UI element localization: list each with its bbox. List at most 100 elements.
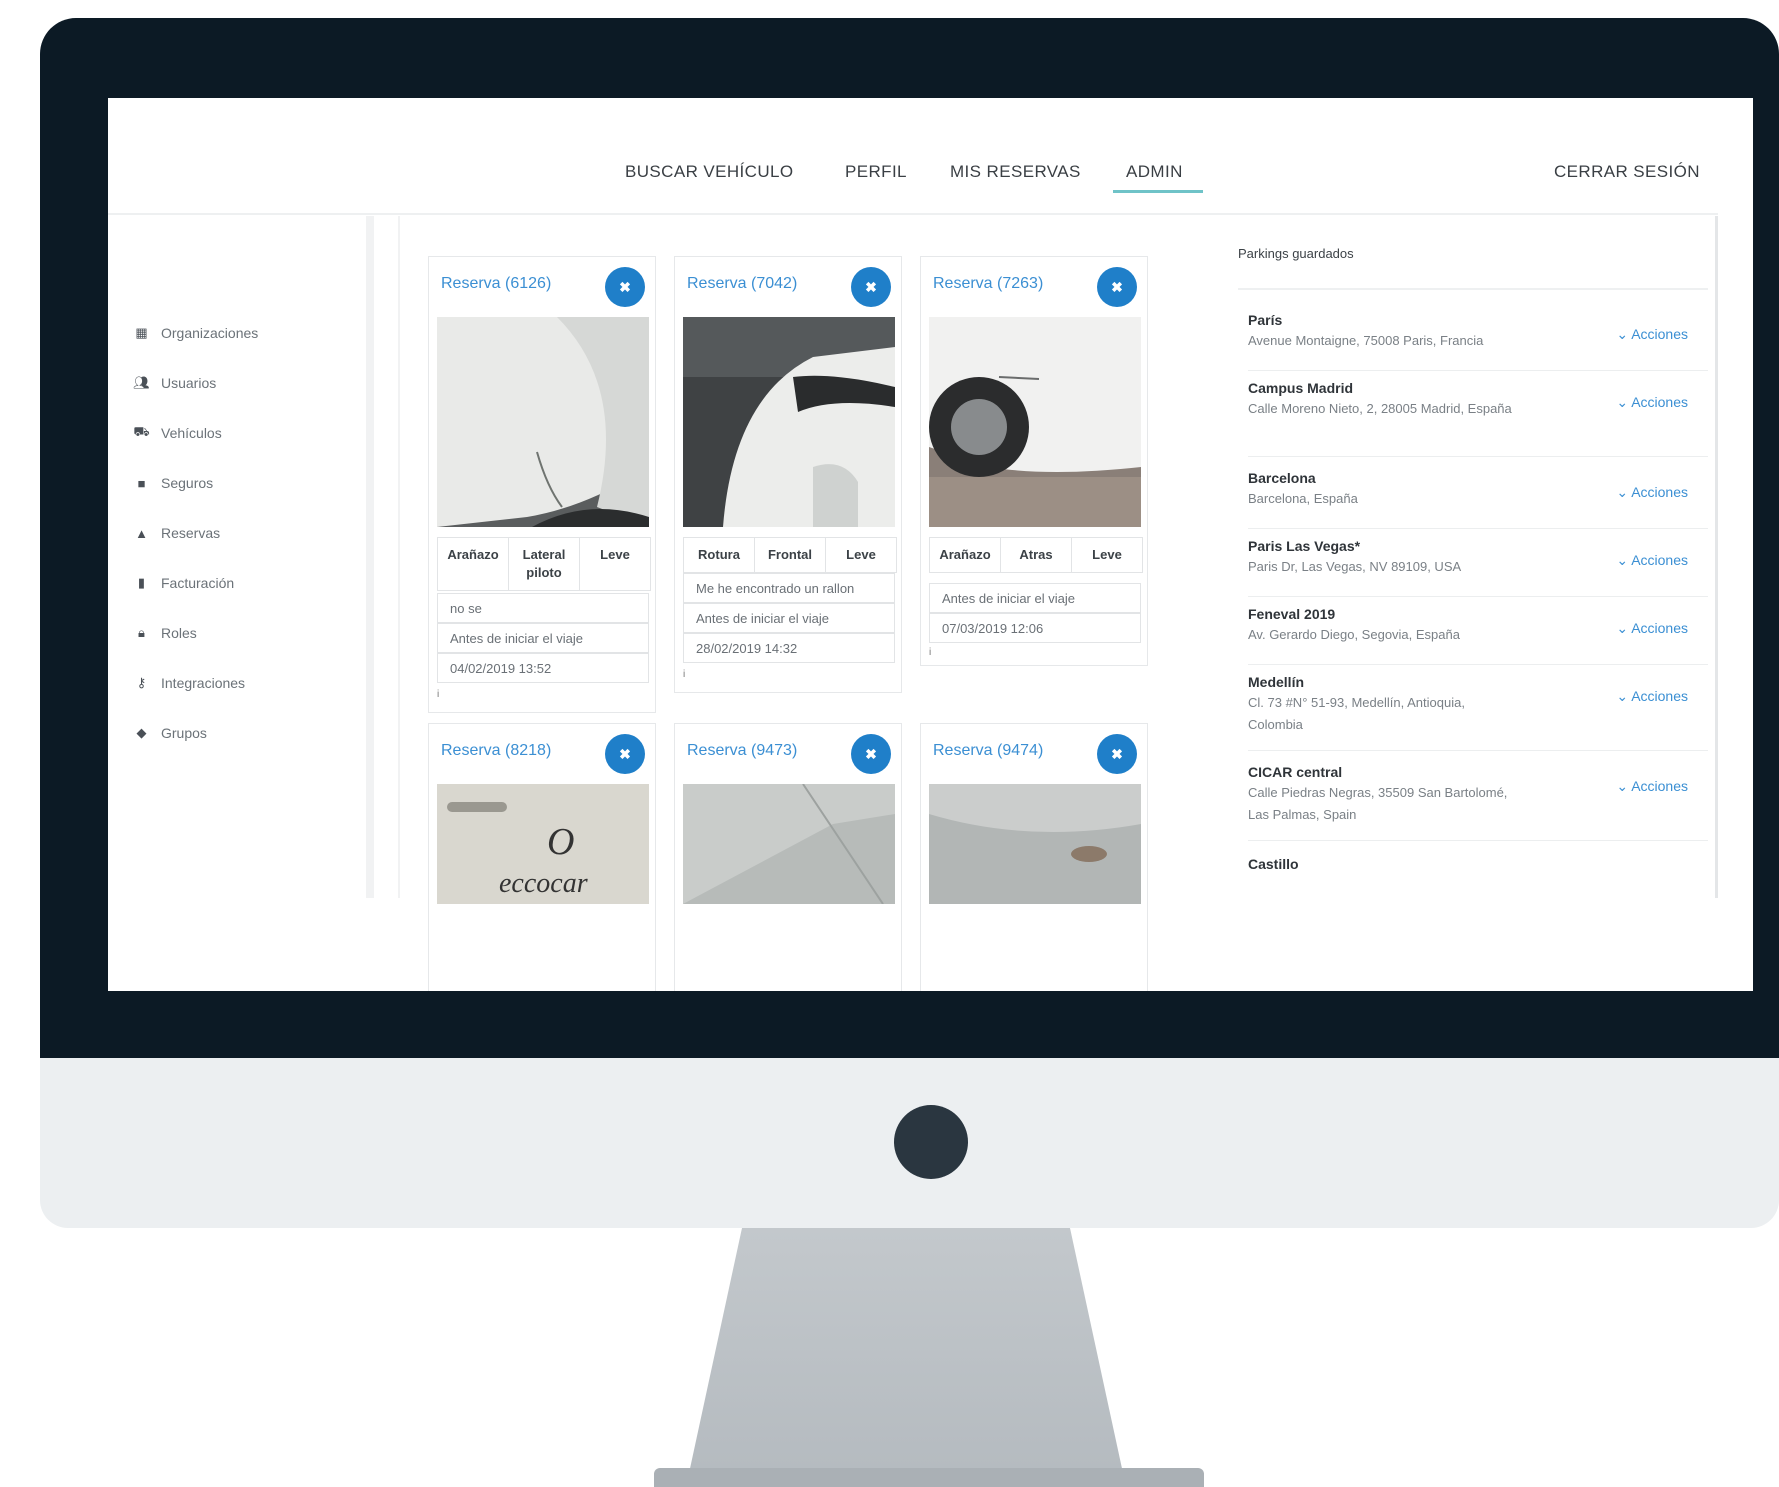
- acciones-label: Acciones: [1631, 484, 1688, 500]
- parking-item: París Avenue Montaigne, 75008 Paris, Fra…: [1248, 312, 1708, 371]
- nav-perfil[interactable]: PERFIL: [845, 162, 907, 182]
- monitor-foot: [654, 1468, 1204, 1487]
- sidebar-item-usuarios[interactable]: 👥︎ Usuarios: [133, 371, 217, 395]
- key-icon: ⚷: [136, 675, 147, 690]
- damage-photo[interactable]: [929, 317, 1141, 527]
- parking-name: Castillo: [1248, 856, 1299, 872]
- chevron-down-icon: ⌄: [1616, 620, 1632, 636]
- sidebar-item-integraciones[interactable]: ⚷ Integraciones: [134, 671, 245, 695]
- parking-address: Paris Dr, Las Vegas, NV 89109, USA: [1248, 559, 1462, 574]
- card-footer-mark: i: [683, 669, 686, 680]
- damage-photo[interactable]: [683, 317, 895, 527]
- chevron-down-icon: ⌄: [1616, 778, 1632, 794]
- sidebar-divider: [366, 216, 374, 898]
- damage-location: Frontal: [755, 538, 826, 572]
- sidebar-item-label: Roles: [161, 625, 197, 641]
- sidebar-item-label: Integraciones: [161, 675, 246, 691]
- panel-divider: [1238, 288, 1708, 290]
- content-divider: [398, 216, 400, 898]
- top-nav: BUSCAR VEHÍCULO PERFIL MIS RESERVAS ADMI…: [108, 98, 1753, 215]
- acciones-dropdown[interactable]: ⌄ Acciones: [1616, 484, 1688, 501]
- parking-item: Campus Madrid Calle Moreno Nieto, 2, 280…: [1248, 380, 1708, 457]
- sidebar-item-organizaciones[interactable]: ▦ Organizaciones: [134, 321, 258, 345]
- sidebar-item-reservas[interactable]: ▲ Reservas: [134, 521, 220, 545]
- nav-buscar-vehiculo[interactable]: BUSCAR VEHÍCULO: [625, 162, 793, 182]
- panel-scrollbar[interactable]: [1715, 216, 1718, 898]
- damage-photo[interactable]: O eccocar: [437, 784, 649, 904]
- close-icon[interactable]: ✖: [605, 734, 645, 774]
- sidebar-item-vehiculos[interactable]: ⛟ Vehículos: [133, 421, 221, 445]
- binoculars-icon: ▲: [135, 525, 148, 541]
- parking-address: Av. Gerardo Diego, Segovia, España: [1248, 627, 1460, 642]
- reserva-card: Reserva (9474) ✖: [920, 723, 1148, 991]
- parking-address: Barcelona, España: [1248, 491, 1358, 506]
- nav-admin[interactable]: ADMIN: [1126, 162, 1183, 182]
- damage-tags: Arañazo Lateral piloto Leve: [437, 537, 651, 591]
- acciones-dropdown[interactable]: ⌄ Acciones: [1616, 688, 1688, 705]
- acciones-dropdown[interactable]: ⌄ Acciones: [1616, 326, 1688, 343]
- file-icon: ▮: [137, 575, 146, 590]
- sidebar-item-facturacion[interactable]: ▮ Facturación: [134, 571, 234, 595]
- acciones-label: Acciones: [1631, 688, 1688, 704]
- damage-photo[interactable]: [683, 784, 895, 904]
- acciones-dropdown[interactable]: ⌄ Acciones: [1616, 394, 1688, 411]
- damage-note: Me he encontrado un rallon: [683, 573, 895, 603]
- sidebar-item-roles[interactable]: 🔒︎ Roles: [134, 621, 197, 645]
- parking-item: Medellín Cl. 73 #N° 51-93, Medellín, Ant…: [1248, 674, 1708, 751]
- damage-type: Rotura: [684, 538, 755, 572]
- close-icon[interactable]: ✖: [851, 734, 891, 774]
- monitor-stand: [686, 1228, 1126, 1487]
- close-icon[interactable]: ✖: [1097, 734, 1137, 774]
- sidebar-item-label: Reservas: [161, 525, 221, 541]
- nav-mis-reservas[interactable]: MIS RESERVAS: [950, 162, 1081, 182]
- close-icon[interactable]: ✖: [851, 267, 891, 307]
- damage-type: Arañazo: [930, 538, 1001, 572]
- acciones-dropdown[interactable]: ⌄ Acciones: [1616, 552, 1688, 569]
- sidebar-item-grupos[interactable]: ◆ Grupos: [134, 721, 207, 745]
- card-title[interactable]: Reserva (7263): [933, 275, 1043, 293]
- damage-photo[interactable]: [437, 317, 649, 527]
- chevron-down-icon: ⌄: [1616, 484, 1632, 500]
- parking-address: Calle Moreno Nieto, 2, 28005 Madrid, Esp…: [1248, 401, 1512, 416]
- damage-severity: Leve: [600, 547, 630, 562]
- damage-photo[interactable]: [929, 784, 1141, 904]
- shield-icon: ■: [137, 475, 146, 491]
- chevron-down-icon: ⌄: [1616, 326, 1632, 342]
- users-icon: 👥︎: [133, 375, 150, 390]
- card-title[interactable]: Reserva (8218): [441, 742, 551, 760]
- reserva-card: Reserva (9473) ✖: [674, 723, 902, 991]
- parking-address: Calle Piedras Negras, 35509 San Bartolom…: [1248, 785, 1508, 822]
- parking-address: Cl. 73 #N° 51-93, Medellín, Antioquia, C…: [1248, 695, 1465, 732]
- sidebar-item-label: Organizaciones: [161, 325, 259, 341]
- damage-moment: Antes de iniciar el viaje: [929, 583, 1141, 613]
- damage-location: Lateral piloto: [509, 538, 580, 590]
- acciones-label: Acciones: [1631, 778, 1688, 794]
- card-title[interactable]: Reserva (6126): [441, 275, 551, 293]
- sidebar-item-label: Grupos: [161, 725, 207, 741]
- card-footer-mark: i: [437, 689, 440, 700]
- acciones-dropdown[interactable]: ⌄ Acciones: [1616, 620, 1688, 637]
- damage-tags: Rotura Frontal Leve: [683, 537, 897, 573]
- acciones-label: Acciones: [1631, 394, 1688, 410]
- sidebar-item-label: Usuarios: [161, 375, 217, 391]
- car-icon: ⛟: [133, 424, 150, 439]
- tag-icon: ◆: [136, 725, 147, 740]
- logout-link[interactable]: CERRAR SESIÓN: [1554, 162, 1700, 182]
- damage-location: Atras: [1001, 538, 1072, 572]
- card-title[interactable]: Reserva (7042): [687, 275, 797, 293]
- close-icon[interactable]: ✖: [1097, 267, 1137, 307]
- close-icon[interactable]: ✖: [605, 267, 645, 307]
- damage-date: 07/03/2019 12:06: [929, 613, 1141, 643]
- card-title[interactable]: Reserva (9474): [933, 742, 1043, 760]
- damage-moment: Antes de iniciar el viaje: [683, 603, 895, 633]
- app-screen: BUSCAR VEHÍCULO PERFIL MIS RESERVAS ADMI…: [108, 98, 1753, 991]
- chevron-down-icon: ⌄: [1616, 394, 1632, 410]
- card-title[interactable]: Reserva (9473): [687, 742, 797, 760]
- sidebar-item-seguros[interactable]: ■ Seguros: [134, 471, 214, 495]
- lock-icon: 🔒︎: [138, 625, 145, 640]
- parking-item: Barcelona Barcelona, España ⌄ Acciones: [1248, 470, 1708, 529]
- svg-text:O: O: [547, 821, 574, 863]
- acciones-dropdown[interactable]: ⌄ Acciones: [1616, 778, 1688, 795]
- card-footer-mark: i: [929, 647, 932, 658]
- parking-item: Feneval 2019 Av. Gerardo Diego, Segovia,…: [1248, 606, 1708, 665]
